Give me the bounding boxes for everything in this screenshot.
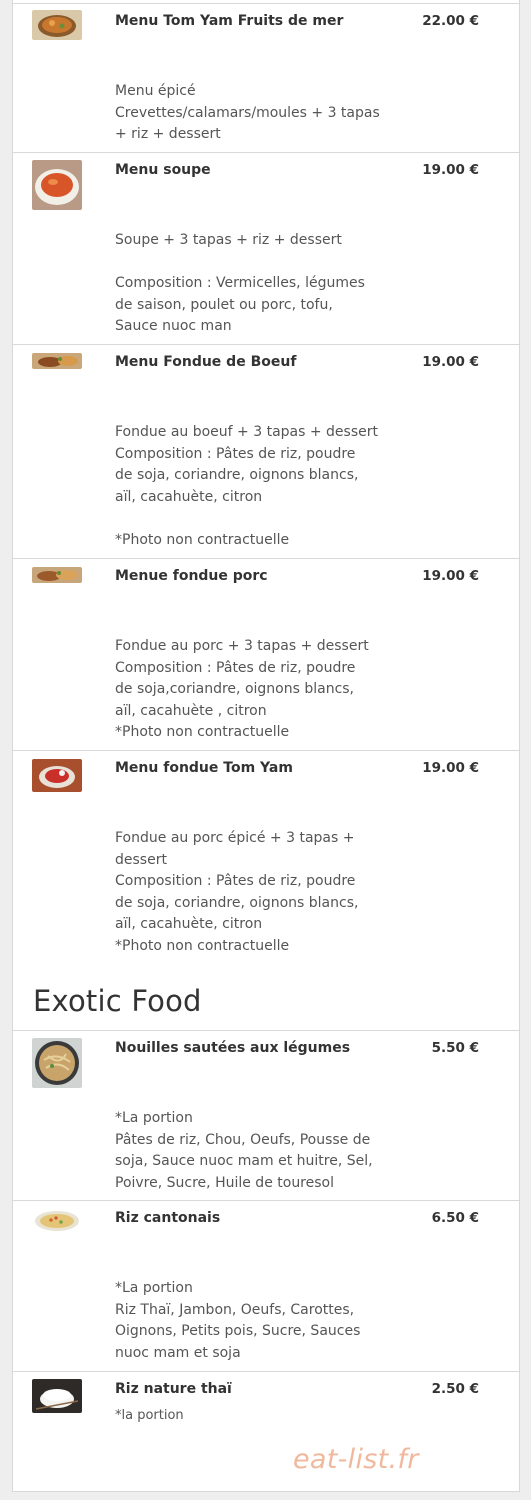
desc-line: de soja,coriandre, oignons blancs, [115,681,355,697]
desc-line: soja, Sauce nuoc mam et huitre, Sel, [115,1153,373,1169]
desc-line: de soja, coriandre, oignons blancs, [115,467,359,483]
menu-item[interactable]: Menu fondue Tom Yam 19.00 € Fondue au po… [13,750,519,970]
tom-yam-fondue-photo [32,759,82,792]
item-description: *La portion Riz Thaï, Jambon, Oeufs, Car… [115,1278,390,1364]
desc-line: Poivre, Sucre, Huile de touresol [115,1174,334,1191]
desc-line: Fondue au boeuf + 3 tapas + dessert [115,424,378,440]
item-price: 2.50 € [431,1381,479,1397]
item-description: Fondue au porc + 3 tapas + dessert Compo… [115,636,390,744]
item-name: Riz cantonais [115,1210,221,1226]
desc-line: Fondue au porc + 3 tapas + dessert [115,638,369,654]
desc-line: Composition : Pâtes de riz, poudre [115,659,356,676]
item-price: 19.00 € [422,568,479,584]
item-name: Menu Fondue de Boeuf [115,354,297,370]
desc-line: Menu épicé [115,83,196,99]
pork-fondue-photo [32,567,82,583]
item-name: Nouilles sautées aux légumes [115,1040,351,1056]
menu-panel: Menu Tom Yam Fruits de mer 22.00 € Menu … [12,0,520,1492]
item-name: Menu Tom Yam Fruits de mer [115,13,344,29]
desc-line: *la portion [115,1408,184,1423]
menu-item[interactable]: Menu Tom Yam Fruits de mer 22.00 € Menu … [13,3,519,153]
desc-line: + riz + dessert [115,126,221,142]
desc-line: Soupe + 3 tapas + riz + dessert [115,232,342,248]
desc-line: Oignons, Petits pois, Sucre, Sauces [115,1323,361,1339]
desc-line: Composition : Pâtes de riz, poudre [115,445,356,462]
item-description: *la portion [115,1405,390,1427]
item-name: Menu soupe [115,162,211,178]
item-description: Fondue au porc épicé + 3 tapas + dessert… [115,828,390,957]
desc-line: *Photo non contractuelle [115,724,290,740]
plain-rice-bowl-photo [32,1379,82,1413]
desc-blank-line [115,252,390,274]
beef-fondue-photo [32,353,82,369]
item-price: 19.00 € [422,162,479,178]
desc-line: *Photo non contractuelle [115,937,290,954]
menu-item[interactable]: Menu soupe 19.00 € Soupe + 3 tapas + riz… [13,152,519,345]
desc-line: Sauce nuoc man [115,318,232,334]
desc-line: aïl, cacahuète, citron [115,488,263,505]
desc-line: Composition : Vermicelles, légumes [115,275,365,291]
item-name: Menu fondue Tom Yam [115,760,293,776]
tom-yam-seafood-bowl-photo [32,10,82,40]
item-price: 5.50 € [431,1040,479,1056]
item-price: 22.00 € [422,13,479,29]
section-title: Exotic Food [33,984,202,1018]
item-description: Fondue au boeuf + 3 tapas + dessert Comp… [115,422,390,551]
menu-item[interactable]: Menue fondue porc 19.00 € Fondue au porc… [13,558,519,751]
menu-item[interactable]: Riz cantonais 6.50 € *La portion Riz Tha… [13,1200,519,1371]
cantonese-rice-photo [32,1209,82,1233]
item-description: Menu épicé Crevettes/calamars/moules + 3… [115,81,390,146]
item-description: Soupe + 3 tapas + riz + dessert Composit… [115,230,390,338]
desc-line: *Photo non contractuelle [115,531,290,548]
item-price: 19.00 € [422,760,479,776]
item-name: Riz nature thaï [115,1381,232,1397]
desc-line: *La portion [115,1280,193,1296]
menu-item[interactable]: Menu Fondue de Boeuf 19.00 € Fondue au b… [13,344,519,558]
sauteed-noodles-photo [32,1038,82,1088]
desc-line: *La portion [115,1110,193,1126]
desc-line: Crevettes/calamars/moules + 3 tapas [115,104,380,121]
desc-line: nuoc mam et soja [115,1344,241,1361]
desc-line: Composition : Pâtes de riz, poudre [115,873,356,889]
desc-line: de saison, poulet ou porc, tofu, [115,296,333,313]
desc-line: aïl, cacahuète , citron [115,702,267,719]
desc-blank-line [115,508,390,530]
item-price: 19.00 € [422,354,479,370]
desc-line: Riz Thaï, Jambon, Oeufs, Carottes, [115,1301,355,1318]
watermark: eat-list.fr [293,1444,419,1475]
desc-line: aïl, cacahuète, citron [115,916,263,932]
menu-item[interactable]: Riz nature thaï 2.50 € *la portion [13,1371,519,1491]
desc-line: dessert [115,851,167,868]
soup-bowl-photo [32,160,82,210]
desc-line: Pâtes de riz, Chou, Oeufs, Pousse de [115,1131,371,1148]
item-name: Menue fondue porc [115,568,268,584]
desc-line: Fondue au porc épicé + 3 tapas + [115,830,355,846]
menu-item[interactable]: Nouilles sautées aux légumes 5.50 € *La … [13,1030,519,1200]
item-price: 6.50 € [431,1210,479,1226]
item-description: *La portion Pâtes de riz, Chou, Oeufs, P… [115,1108,390,1194]
desc-line: de soja, coriandre, oignons blancs, [115,894,359,911]
